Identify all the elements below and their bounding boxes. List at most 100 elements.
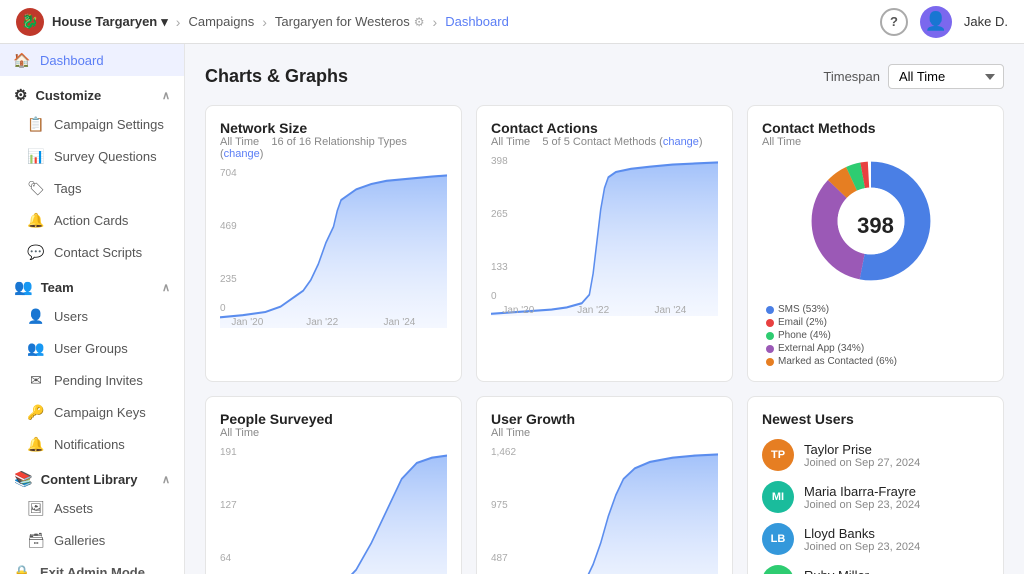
timespan-control: Timespan All Time Last 30 Days Last 90 D… (823, 64, 1004, 89)
content-library-chevron-icon: ∧ (162, 473, 170, 486)
galleries-label: Galleries (54, 533, 105, 548)
legend-phone: Phone (4%) (766, 330, 897, 341)
brand-logo: 🐉 (16, 8, 44, 36)
pending-invites-icon: ✉ (28, 372, 44, 388)
users-list: TP Taylor Prise Joined on Sep 27, 2024 M… (762, 439, 989, 574)
sidebar-item-galleries[interactable]: 🗃 Galleries (0, 524, 184, 556)
sms-label: SMS (53%) (778, 304, 829, 315)
sidebar-item-assets[interactable]: 🖼 Assets (0, 492, 184, 524)
pending-invites-label: Pending Invites (54, 373, 143, 388)
network-size-title: Network Size (220, 120, 447, 136)
sidebar-item-pending-invites[interactable]: ✉ Pending Invites (0, 364, 184, 396)
ps-y-max: 191 (220, 447, 237, 458)
ps-y-mid1: 127 (220, 500, 237, 511)
breadcrumb-sep-3: › (433, 14, 438, 30)
brand-name[interactable]: House Targaryen ▾ (52, 14, 168, 30)
sidebar-item-campaign-keys[interactable]: 🔑 Campaign Keys (0, 396, 184, 428)
legend-sms: SMS (53%) (766, 304, 897, 315)
charts-grid-bottom: People Surveyed All Time 191 (205, 396, 1004, 574)
y-mid1-label: 469 (220, 221, 237, 232)
donut-legend: SMS (53%) Email (2%) Phone (4%) Ext (762, 304, 897, 367)
timespan-select[interactable]: All Time Last 30 Days Last 90 Days Last … (888, 64, 1004, 89)
contact-actions-change-link[interactable]: change (663, 136, 699, 148)
sidebar-item-action-cards[interactable]: 🔔 Action Cards (0, 204, 184, 236)
action-cards-label: Action Cards (54, 213, 128, 228)
sidebar-item-users[interactable]: 👤 Users (0, 300, 184, 332)
ca-y-max: 398 (491, 156, 508, 167)
breadcrumb-campaigns[interactable]: Campaigns (188, 14, 254, 29)
assets-icon: 🖼 (28, 500, 44, 516)
sidebar-item-exit-admin[interactable]: 🔒 Exit Admin Mode (0, 556, 184, 574)
contact-scripts-label: Contact Scripts (54, 245, 142, 260)
team-chevron-icon: ∧ (162, 281, 170, 294)
sidebar-item-tags[interactable]: 🏷 Tags (0, 172, 184, 204)
sidebar-item-survey-questions[interactable]: 📊 Survey Questions (0, 140, 184, 172)
user-row-2: LB Lloyd Banks Joined on Sep 23, 2024 (762, 523, 989, 555)
ug-y-max: 1,462 (491, 447, 516, 458)
page-title: Charts & Graphs (205, 66, 348, 87)
exit-admin-icon: 🔒 (14, 564, 30, 574)
exit-admin-label: Exit Admin Mode (40, 565, 145, 574)
topnav: 🐉 House Targaryen ▾ › Campaigns › Targar… (0, 0, 1024, 44)
user-info-0: Taylor Prise Joined on Sep 27, 2024 (804, 442, 920, 469)
x-label-1: Jan '20 (231, 317, 263, 328)
user-groups-label: User Groups (54, 341, 128, 356)
campaign-keys-icon: 🔑 (28, 404, 44, 420)
chart-contact-methods: Contact Methods All Time (747, 105, 1004, 382)
contact-scripts-icon: 💬 (28, 244, 44, 260)
user-name-3: Ruby Miller (804, 568, 920, 574)
user-avatar-3: RM (762, 565, 794, 574)
legend-marked: Marked as Contacted (6%) (766, 356, 897, 367)
y-max-label: 704 (220, 168, 237, 179)
users-label: Users (54, 309, 88, 324)
user-info-1: Maria Ibarra-Frayre Joined on Sep 23, 20… (804, 484, 920, 511)
customize-icon: ⚙ (14, 86, 27, 104)
sidebar-item-campaign-settings[interactable]: 📋 Campaign Settings (0, 108, 184, 140)
contact-actions-chart: 398 265 133 0 Jan '20 Jan '22 Jan '24 (491, 156, 718, 316)
chart-people-surveyed: People Surveyed All Time 191 (205, 396, 462, 574)
notifications-label: Notifications (54, 437, 125, 452)
breadcrumb-targaryen[interactable]: Targaryen for Westeros ⚙ (275, 14, 425, 29)
sidebar-item-user-groups[interactable]: 👥 User Groups (0, 332, 184, 364)
breadcrumb-settings-icon: ⚙ (414, 15, 425, 29)
network-size-chart: 704 469 235 0 Jan '20 Jan '22 Jan '24 (220, 168, 447, 328)
ps-y-mid2: 64 (220, 553, 231, 564)
breadcrumb-dashboard[interactable]: Dashboard (445, 14, 509, 29)
users-icon: 👤 (28, 308, 44, 324)
x-label-2: Jan '22 (306, 317, 338, 328)
sidebar-section-content-library[interactable]: 📚 Content Library ∧ (0, 460, 184, 492)
main-header: Charts & Graphs Timespan All Time Last 3… (205, 64, 1004, 89)
sidebar-item-dashboard[interactable]: 🏠 Dashboard (0, 44, 184, 76)
user-avatar-0: TP (762, 439, 794, 471)
galleries-icon: 🗃 (28, 532, 44, 548)
sidebar-section-customize[interactable]: ⚙ Customize ∧ (0, 76, 184, 108)
sidebar-item-contact-scripts[interactable]: 💬 Contact Scripts (0, 236, 184, 268)
user-growth-title: User Growth (491, 411, 718, 427)
network-size-change-link[interactable]: change (224, 148, 260, 160)
phone-label: Phone (4%) (778, 330, 831, 341)
help-button[interactable]: ? (880, 8, 908, 36)
tags-icon: 🏷 (28, 180, 44, 196)
sidebar-section-team[interactable]: 👥 Team ∧ (0, 268, 184, 300)
breadcrumb-sep-2: › (262, 14, 267, 30)
user-info-2: Lloyd Banks Joined on Sep 23, 2024 (804, 526, 920, 553)
chart-user-growth: User Growth All Time 1,462 (476, 396, 733, 574)
ug-y-mid2: 487 (491, 553, 508, 564)
assets-label: Assets (54, 501, 93, 516)
layout: 🏠 Dashboard ⚙ Customize ∧ 📋 Campaign Set… (0, 44, 1024, 574)
contact-methods-sub: All Time (762, 136, 989, 148)
user-avatar-1: MI (762, 481, 794, 513)
sms-dot (766, 306, 774, 314)
sidebar-bottom: 🔒 Exit Admin Mode ◀ Collapse (0, 556, 184, 574)
ca-x2: Jan '22 (577, 305, 609, 316)
user-avatar[interactable]: 👤 (920, 6, 952, 38)
user-name: Jake D. (964, 14, 1008, 29)
legend-email: Email (2%) (766, 317, 897, 328)
marked-label: Marked as Contacted (6%) (778, 356, 897, 367)
sidebar-item-notifications[interactable]: 🔔 Notifications (0, 428, 184, 460)
external-app-label: External App (34%) (778, 343, 864, 354)
team-icon: 👥 (14, 278, 33, 296)
sidebar: 🏠 Dashboard ⚙ Customize ∧ 📋 Campaign Set… (0, 44, 185, 574)
user-date-1: Joined on Sep 23, 2024 (804, 499, 920, 511)
user-name-1: Maria Ibarra-Frayre (804, 484, 920, 499)
